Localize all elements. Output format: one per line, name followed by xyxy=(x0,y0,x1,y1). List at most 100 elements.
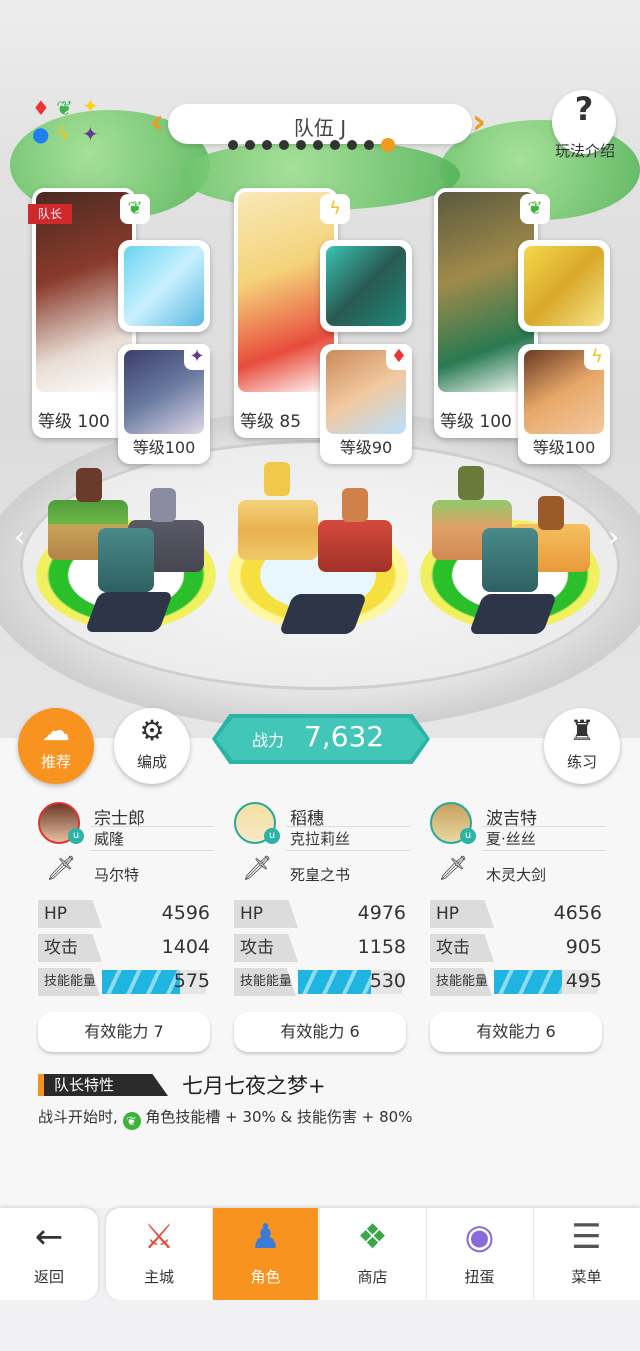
hp-stat: HP 4656 xyxy=(430,900,606,928)
page-dot[interactable] xyxy=(296,140,306,150)
book-block xyxy=(98,528,154,592)
element-chart[interactable]: ♦ ❦ ✦ ● ϟ ✦ xyxy=(28,96,114,148)
support-name: 克拉莉丝 xyxy=(290,830,351,848)
back-arrow-icon: ← xyxy=(34,1217,64,1257)
tab-label: 角色 xyxy=(250,1268,281,1286)
tab-menu[interactable]: ☰ 菜单 xyxy=(533,1208,639,1300)
support-badge-icon: u xyxy=(460,828,476,844)
support-sprite xyxy=(538,496,564,530)
attack-label: 攻击 xyxy=(430,934,494,962)
power-value: 7,632 xyxy=(304,720,385,753)
hero-sprite xyxy=(458,466,484,500)
ability-button[interactable]: 有效能力 6 xyxy=(430,1012,602,1052)
page-dot[interactable] xyxy=(330,140,340,150)
energy-bar-fill xyxy=(298,970,371,994)
formation-label: 编成 xyxy=(136,753,167,771)
power-display: 战力 7,632 xyxy=(212,714,430,764)
hp-value: 4656 xyxy=(553,902,602,924)
formation-gear-icon: ⚙ xyxy=(139,714,165,747)
scene-next-arrow-icon[interactable]: › xyxy=(608,520,619,553)
weapon-name: 马尔特 xyxy=(94,866,140,884)
tab-character[interactable]: ♟ 角色 xyxy=(212,1208,318,1300)
energy-bar-fill xyxy=(102,970,180,994)
weapon-name: 死皇之书 xyxy=(290,866,351,884)
equipment-card-1[interactable] xyxy=(118,240,210,332)
page-dot-active[interactable] xyxy=(381,138,395,152)
hp-value: 4976 xyxy=(357,902,406,924)
hp-stat: HP 4976 xyxy=(234,900,410,928)
attack-label: 攻击 xyxy=(38,934,102,962)
divider xyxy=(286,826,410,827)
hp-label: HP xyxy=(234,900,298,928)
member-column-2: u 稻穗 克拉莉丝 🗡 死皇之书 HP 4976 攻击 1158 技能能量 53… xyxy=(234,798,410,1052)
hp-value: 4596 xyxy=(161,902,210,924)
energy-label: 技能能量 xyxy=(38,968,100,996)
tab-shop[interactable]: ❖ 商店 xyxy=(319,1208,425,1300)
attack-stat: 攻击 905 xyxy=(430,934,606,962)
sword-weapon-icon xyxy=(524,246,604,326)
system-bar xyxy=(0,1300,640,1351)
attack-label: 攻击 xyxy=(234,934,298,962)
attack-value: 1404 xyxy=(161,936,210,958)
hp-label: HP xyxy=(38,900,102,928)
energy-stat: 技能能量 495 xyxy=(430,968,606,996)
red-block xyxy=(318,520,392,572)
energy-value: 530 xyxy=(369,970,406,992)
ability-button[interactable]: 有效能力 7 xyxy=(38,1012,210,1052)
question-mark-icon: ? xyxy=(574,90,594,128)
weapon-icon: 🗡 xyxy=(46,854,77,882)
town-icon: ⚔ xyxy=(143,1217,175,1257)
lightning-element-icon: ϟ xyxy=(584,344,610,370)
equipment-card-2[interactable] xyxy=(320,240,412,332)
support-sprite xyxy=(150,488,176,522)
gem-tile xyxy=(278,594,368,634)
book-block xyxy=(482,528,538,592)
back-label: 返回 xyxy=(33,1268,64,1286)
tab-gacha[interactable]: ◉ 扭蛋 xyxy=(426,1208,532,1300)
tab-label: 菜单 xyxy=(571,1268,602,1286)
help-label: 玩法介绍 xyxy=(554,142,615,160)
lightning-icon: ϟ xyxy=(56,122,70,146)
sand-block xyxy=(238,500,318,560)
dark-element-icon: ✦ xyxy=(184,344,210,370)
leader-skill-name: 七月七夜之梦+ xyxy=(182,1074,326,1098)
support-badge-icon: u xyxy=(68,828,84,844)
hero-sprite xyxy=(264,462,290,496)
energy-label: 技能能量 xyxy=(430,968,492,996)
practice-label: 练习 xyxy=(566,753,597,771)
page-dot[interactable] xyxy=(279,140,289,150)
page-dot[interactable] xyxy=(347,140,357,150)
tab-label: 扭蛋 xyxy=(464,1268,495,1286)
training-dummy-icon: ♜ xyxy=(569,714,595,747)
weapon-icon: 🗡 xyxy=(242,854,273,882)
tab-label: 商店 xyxy=(357,1268,388,1286)
page-dot[interactable] xyxy=(245,140,255,150)
practice-button[interactable]: ♜ 练习 xyxy=(544,708,620,784)
divider xyxy=(286,850,410,851)
page-dot[interactable] xyxy=(262,140,272,150)
divider xyxy=(482,850,606,851)
ability-button[interactable]: 有效能力 6 xyxy=(234,1012,406,1052)
water-icon: ● xyxy=(32,122,50,146)
leaf-element-icon: ❦ xyxy=(122,1112,141,1130)
leader-tag: 队长 xyxy=(28,204,72,224)
formation-button[interactable]: ⚙ 编成 xyxy=(114,708,190,784)
attack-stat: 攻击 1158 xyxy=(234,934,410,962)
leader-skill-description: 战斗开始时, ❦ 角色技能槽 + 30% & 技能伤害 + 80% xyxy=(38,1106,412,1130)
recommend-button[interactable]: ☁ 推荐 xyxy=(18,708,94,784)
equipment-card-3[interactable] xyxy=(518,240,610,332)
page-dot[interactable] xyxy=(228,140,238,150)
scene-prev-arrow-icon[interactable]: ‹ xyxy=(14,520,25,553)
tab-town[interactable]: ⚔ 主城 xyxy=(106,1208,212,1300)
tab-label: 主城 xyxy=(143,1268,174,1286)
member-column-1: u 宗士郎 威隆 🗡 马尔特 HP 4596 攻击 1404 技能能量 575 … xyxy=(38,798,214,1052)
page-dot[interactable] xyxy=(364,140,374,150)
hp-stat: HP 4596 xyxy=(38,900,214,928)
back-button[interactable]: ← 返回 xyxy=(0,1208,98,1300)
leaf-element-icon: ❦ xyxy=(520,194,550,224)
team-info-panel: ☁ 推荐 ⚙ 编成 战力 7,632 ♜ 练习 u 宗士郎 威隆 🗡 马尔特 H… xyxy=(0,708,640,1208)
support-level: 等级100 xyxy=(132,438,196,457)
support-sprite xyxy=(342,488,368,522)
page-dot[interactable] xyxy=(313,140,323,150)
energy-stat: 技能能量 530 xyxy=(234,968,410,996)
